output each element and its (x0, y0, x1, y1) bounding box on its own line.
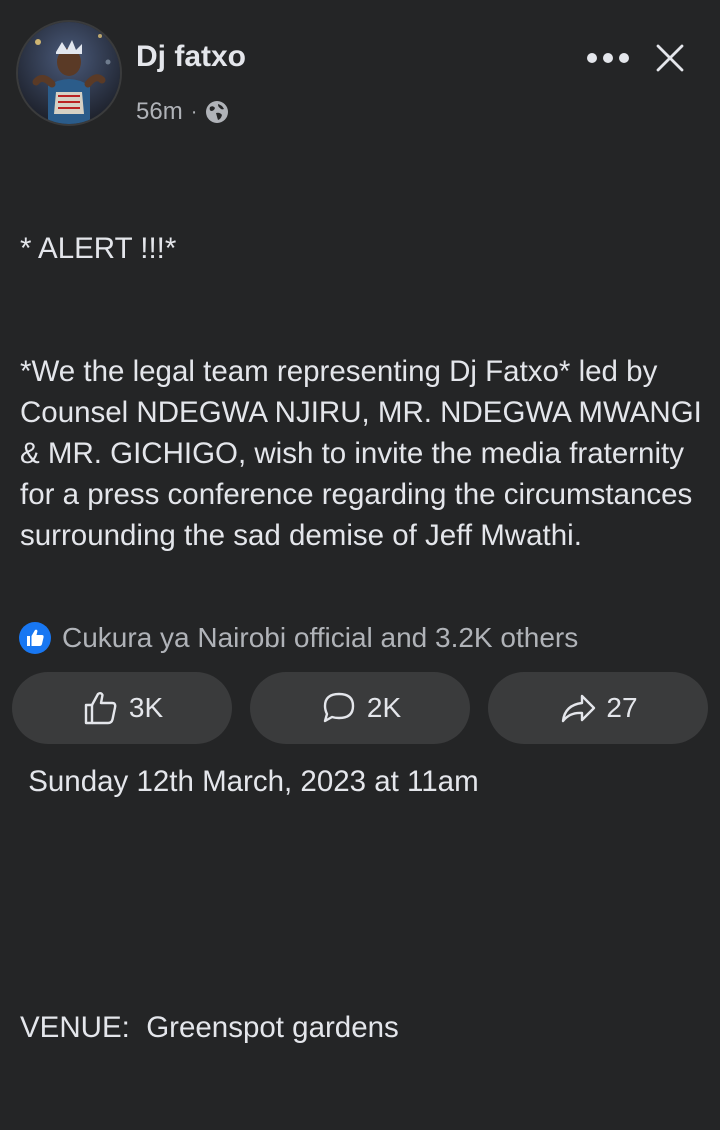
like-badge-icon (19, 622, 51, 654)
close-button[interactable] (650, 38, 690, 78)
post-meta: 56m · (136, 98, 229, 126)
like-button[interactable]: 3K (12, 672, 232, 744)
reactions-text: Cukura ya Nairobi official and 3.2K othe… (62, 622, 579, 653)
facebook-post: Dj fatxo 56m · * ALERT !!!* *We the lega… (0, 0, 720, 1044)
post-line: VENUE: Greenspot gardens (20, 1011, 399, 1044)
reactions-summary[interactable]: Cukura ya Nairobi official and 3.2K othe… (18, 620, 578, 656)
share-arrow-icon (562, 694, 596, 723)
comment-button[interactable]: 2K (250, 672, 470, 744)
post-line (20, 884, 710, 925)
globe-icon (206, 101, 229, 123)
author-name[interactable]: Dj fatxo (136, 40, 246, 74)
share-button[interactable]: 27 (488, 672, 708, 744)
meta-separator: · (190, 100, 198, 123)
avatar[interactable] (16, 20, 122, 126)
post-time[interactable]: 56m (136, 98, 183, 126)
more-options-button[interactable] (582, 40, 634, 76)
close-icon (656, 44, 684, 72)
post-header: Dj fatxo 56m · (16, 20, 706, 128)
post-line: Sunday 12th March, 2023 at 11am (20, 765, 479, 798)
post-line: * ALERT !!!* (20, 232, 177, 265)
thumbs-up-icon (84, 692, 117, 725)
comment-count: 2K (366, 692, 402, 723)
more-dots-icon (587, 53, 629, 63)
post-actions: 3K 2K 27 (12, 672, 708, 744)
comment-icon (323, 692, 355, 723)
share-count: 27 (606, 692, 638, 723)
like-count: 3K (128, 692, 164, 723)
post-line: *We the legal team representing Dj Fatxo… (20, 355, 711, 552)
avatar-photo (18, 22, 120, 124)
